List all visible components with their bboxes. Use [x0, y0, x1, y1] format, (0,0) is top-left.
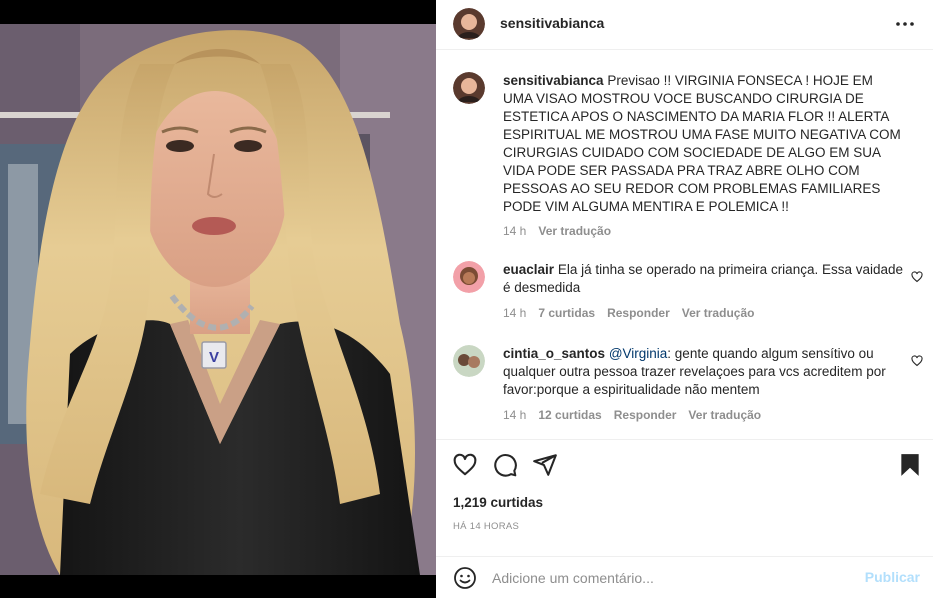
caption-text-block: sensitivabianca Previsao !! VIRGINIA FON… [503, 72, 903, 216]
author-username[interactable]: sensitivabianca [500, 15, 604, 31]
divider [436, 439, 933, 440]
heart-icon[interactable] [452, 452, 478, 478]
publish-button[interactable]: Publicar [865, 569, 920, 585]
post-header: sensitivabianca [436, 0, 933, 50]
comment-icon[interactable] [492, 452, 518, 478]
caption-time[interactable]: 14 h [503, 224, 526, 238]
comment-input[interactable] [492, 567, 852, 589]
post-media: V [0, 0, 436, 598]
pendant-letter: V [209, 349, 219, 366]
comments-section: sensitivabianca Previsao !! VIRGINIA FON… [436, 51, 933, 439]
comment-translate-link[interactable]: Ver tradução [688, 408, 761, 422]
comment-username[interactable]: cintia_o_santos [503, 346, 605, 361]
comment-meta: 14 h 12 curtidas Responder Ver tradução [503, 408, 761, 422]
post-timestamp[interactable]: HÁ 14 HORAS [453, 521, 519, 532]
reply-button[interactable]: Responder [607, 306, 670, 320]
comment-username[interactable]: euaclair [503, 262, 554, 277]
woman-portrait-image: V [0, 24, 436, 575]
author-avatar[interactable] [453, 8, 485, 40]
likes-count[interactable]: 1,219 curtidas [453, 495, 543, 510]
send-icon[interactable] [532, 452, 558, 478]
comment-time[interactable]: 14 h [503, 306, 526, 320]
comment-likes[interactable]: 7 curtidas [538, 306, 595, 320]
bookmark-icon[interactable] [897, 452, 923, 478]
caption-translate-link[interactable]: Ver tradução [538, 224, 611, 238]
commenter-avatar[interactable] [453, 345, 485, 377]
add-comment-bar: Publicar [436, 556, 933, 598]
more-horizontal-icon [896, 22, 914, 26]
post-caption: sensitivabianca Previsao !! VIRGINIA FON… [453, 72, 923, 242]
comment-likes[interactable]: 12 curtidas [538, 408, 601, 422]
post-details-panel: sensitivabianca sensitivabianca Previsao… [436, 0, 933, 598]
comment-mention[interactable]: @Virginia [609, 346, 667, 361]
comment-time[interactable]: 14 h [503, 408, 526, 422]
caption-username[interactable]: sensitivabianca [503, 73, 604, 88]
more-options-button[interactable] [893, 12, 917, 36]
comment-item: euaclair Ela já tinha se operado na prim… [453, 261, 923, 321]
comment-text-block: cintia_o_santos @Virginia: gente quando … [503, 345, 903, 399]
post-actions-bar [436, 452, 933, 482]
like-comment-heart-icon[interactable] [911, 271, 923, 283]
caption-author-avatar[interactable] [453, 72, 485, 104]
comment-meta: 14 h 7 curtidas Responder Ver tradução [503, 306, 754, 320]
comment-translate-link[interactable]: Ver tradução [682, 306, 755, 320]
emoji-icon[interactable] [453, 566, 477, 590]
post-photo[interactable]: V [0, 24, 436, 575]
like-comment-heart-icon[interactable] [911, 355, 923, 367]
comment-text-block: euaclair Ela já tinha se operado na prim… [503, 261, 903, 297]
reply-button[interactable]: Responder [614, 408, 677, 422]
comment-text: Ela já tinha se operado na primeira cria… [503, 262, 904, 295]
caption-text: Previsao !! VIRGINIA FONSECA ! HOJE EM U… [503, 73, 901, 214]
caption-meta: 14 h Ver tradução [503, 224, 611, 238]
commenter-avatar[interactable] [453, 261, 485, 293]
comment-item: cintia_o_santos @Virginia: gente quando … [453, 345, 923, 425]
